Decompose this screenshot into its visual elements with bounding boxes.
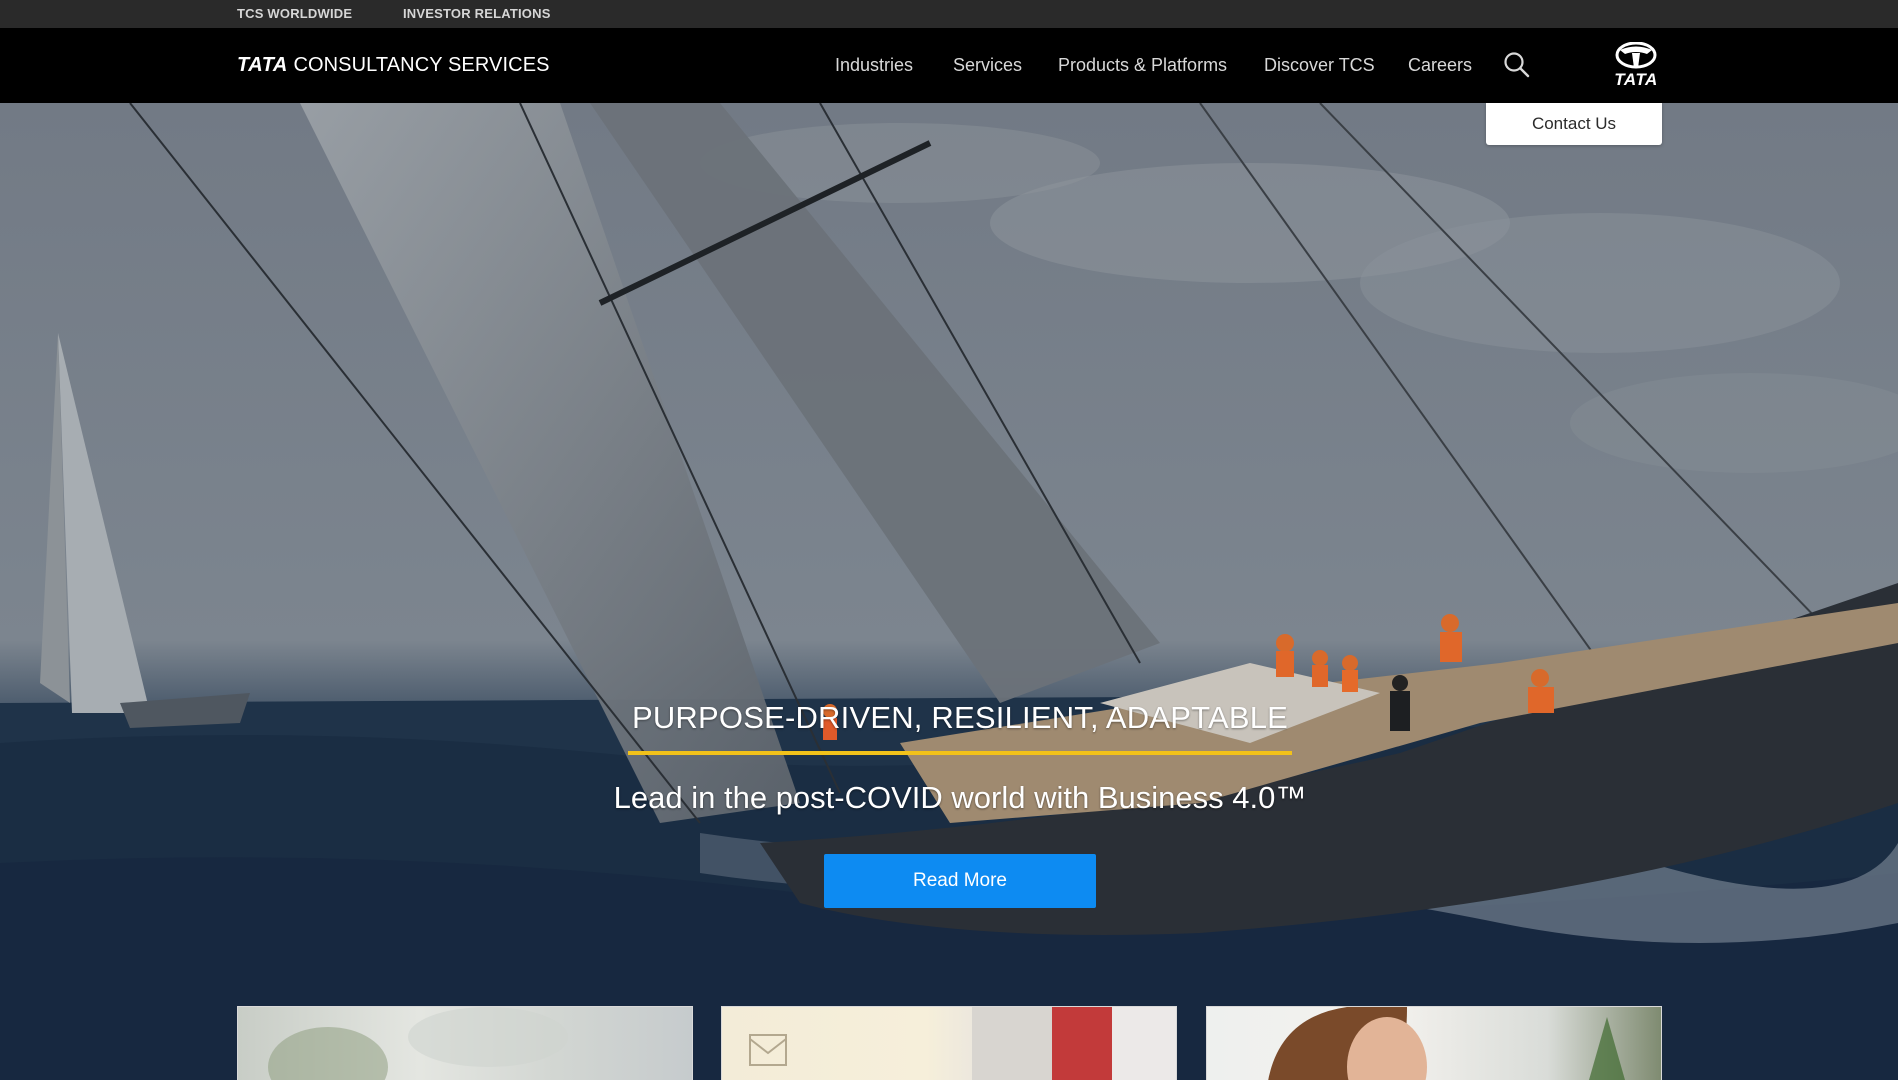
feature-card-3[interactable] (1206, 1006, 1662, 1080)
read-more-button[interactable]: Read More (824, 854, 1096, 908)
nav-discover-tcs[interactable]: Discover TCS (1264, 28, 1375, 103)
nav-products-platforms[interactable]: Products & Platforms (1058, 28, 1227, 103)
feature-card-1[interactable] (237, 1006, 693, 1080)
hero-banner (0, 103, 1898, 1080)
utility-bar: TCS WORLDWIDE INVESTOR RELATIONS (0, 0, 1898, 28)
nav-services[interactable]: Services (953, 28, 1022, 103)
card-image (749, 1007, 1176, 1080)
tata-emblem-icon (1615, 42, 1657, 69)
hero-eyebrow: PURPOSE-DRIVEN, RESILIENT, ADAPTABLE (631, 700, 1289, 735)
contact-us-button[interactable]: Contact Us (1486, 103, 1662, 145)
nav-careers[interactable]: Careers (1408, 28, 1472, 103)
brand-name: CONSULTANCY SERVICES (293, 54, 550, 76)
feature-card-2[interactable] (721, 1006, 1177, 1080)
card-image (268, 1007, 568, 1080)
nav-industries[interactable]: Industries (835, 28, 913, 103)
tcs-worldwide-link[interactable]: TCS WORLDWIDE (237, 0, 352, 28)
investor-relations-link[interactable]: INVESTOR RELATIONS (403, 0, 551, 28)
search-button[interactable] (1502, 50, 1532, 80)
card-image (1268, 1007, 1625, 1080)
tata-group-logo[interactable]: TATA (1608, 42, 1664, 92)
main-header: TATA CONSULTANCY SERVICES Industries Ser… (0, 28, 1898, 103)
hero-underline (628, 751, 1292, 755)
tata-logo-text: TATA (1614, 70, 1658, 89)
search-icon (1504, 52, 1530, 78)
sailboat-image (0, 103, 1898, 1080)
brand-logo[interactable]: TATA CONSULTANCY SERVICES (237, 28, 550, 103)
hero-subtitle: Lead in the post-COVID world with Busine… (613, 780, 1307, 815)
brand-tata: TATA (237, 54, 288, 76)
